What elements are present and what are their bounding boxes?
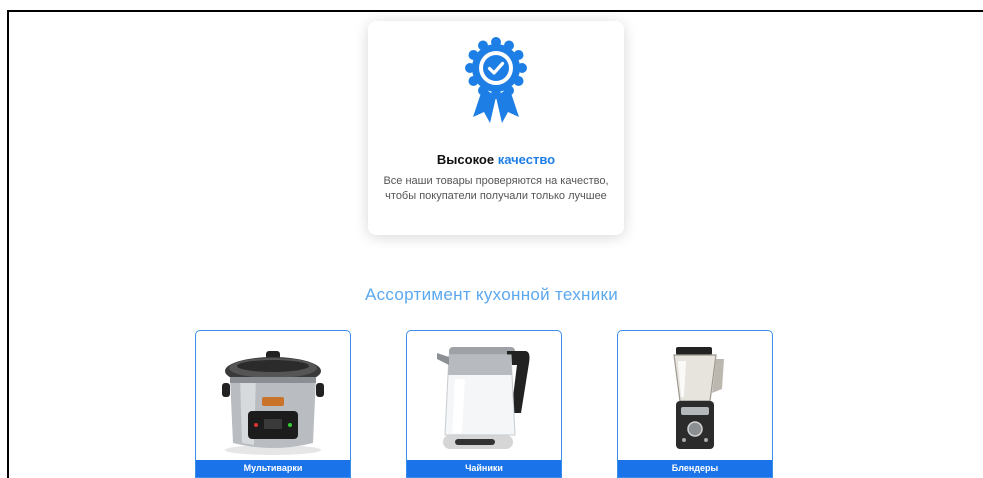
quality-title-accent: качество bbox=[497, 152, 556, 167]
quality-feature-card: Высокое качество Все наши товары проверя… bbox=[368, 21, 624, 235]
quality-description-line2: чтобы покупатели получали только лучшее bbox=[385, 190, 607, 202]
category-label: Блендеры bbox=[618, 460, 772, 477]
category-card-blenders[interactable]: Блендеры bbox=[617, 330, 773, 478]
category-label: Мультиварки bbox=[196, 460, 350, 477]
quality-description: Все наши товары проверяются на качество,… bbox=[376, 174, 616, 204]
multicooker-image bbox=[222, 351, 324, 455]
quality-description-line1: Все наши товары проверяются на качество, bbox=[383, 175, 609, 187]
category-label: Чайники bbox=[407, 460, 561, 477]
category-card-multicookers[interactable]: Мультиварки bbox=[195, 330, 351, 478]
award-ribbon-icon bbox=[465, 37, 527, 123]
category-card-kettles[interactable]: Чайники bbox=[406, 330, 562, 478]
quality-title: Высокое качество bbox=[368, 152, 624, 167]
assortment-section-title: Ассортимент кухонной техники bbox=[364, 285, 619, 304]
quality-title-main: Высокое bbox=[436, 152, 495, 167]
kettle-image bbox=[437, 347, 530, 449]
blender-image bbox=[673, 347, 724, 449]
